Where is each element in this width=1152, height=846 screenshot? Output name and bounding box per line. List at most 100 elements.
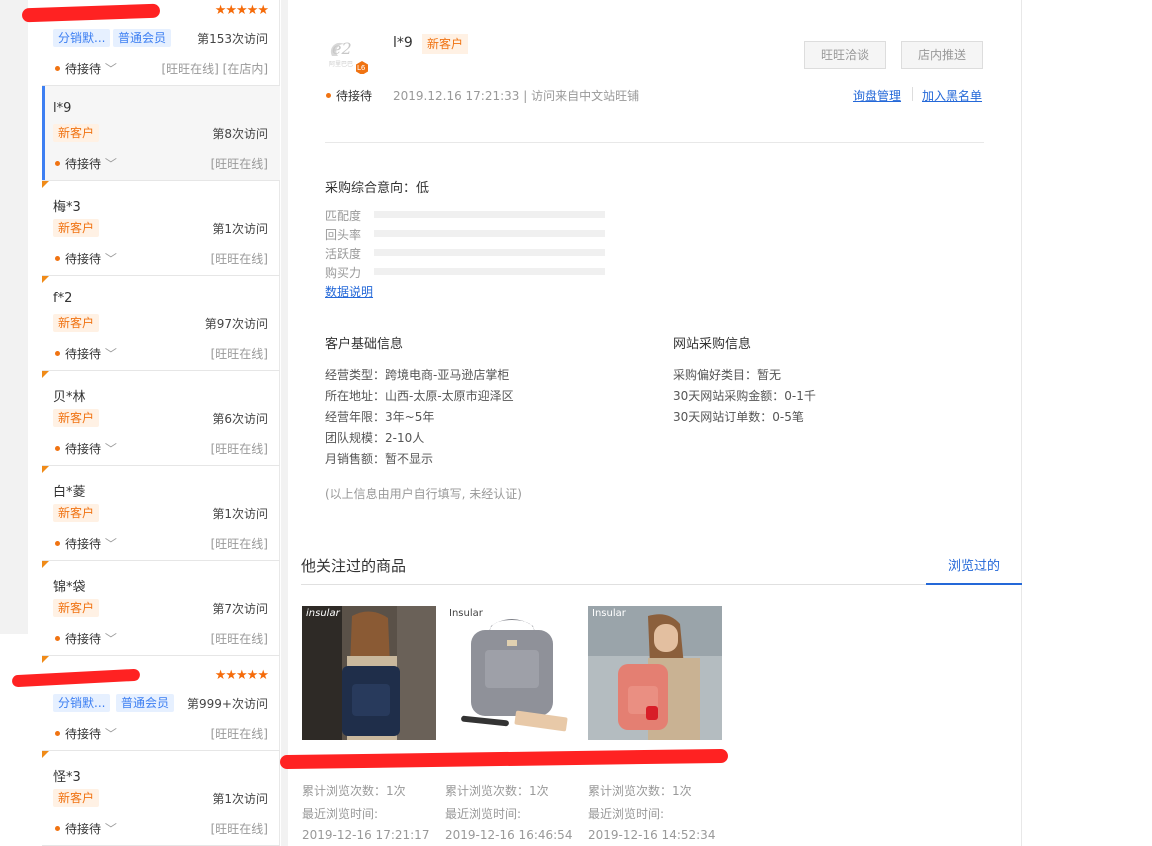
chevron-down-icon: ﹀ (101, 822, 117, 836)
corner-marker (42, 561, 49, 568)
tab-viewed[interactable]: 浏览过的 (926, 555, 1022, 574)
metric-label: 活跃度 (325, 247, 362, 261)
svg-text:e2: e2 (332, 39, 352, 58)
status-select[interactable]: 待接待 ﹀ (55, 155, 117, 172)
visit-count: 第1次访问 (212, 507, 268, 521)
info-years: 经营年限：3年~5年 (325, 410, 435, 424)
info-disclaimer: (以上信息由用户自行填写, 未经认证) (325, 487, 522, 501)
visit-count: 第153次访问 (197, 32, 268, 46)
metric-bar (374, 268, 605, 275)
product-image[interactable]: insular (302, 606, 436, 740)
inquiry-management-link[interactable]: 询盘管理 (853, 87, 901, 104)
online-status: [旺旺在线] (210, 252, 268, 266)
star-rating: ★★★★★ (214, 668, 269, 683)
online-status: [旺旺在线] (210, 727, 268, 741)
view-count: 累计浏览次数：1次 (302, 784, 406, 798)
products-section-title: 他关注过的商品 (301, 557, 407, 575)
customer-item[interactable]: ★★★★★ 分销默... 普通会员 第999+次访问 待接待 ﹀ [旺旺在线] (42, 656, 280, 751)
tag-distribution: 分销默... (53, 29, 111, 47)
recent-view-label: 最近浏览时间: (588, 807, 665, 821)
online-status: [旺旺在线] [在店内] (161, 62, 268, 76)
brand-logo: insular (306, 608, 340, 619)
recent-view-label: 最近浏览时间: (445, 807, 522, 821)
tag-new-customer: 新客户 (53, 219, 100, 237)
status-select[interactable]: 待接待 (326, 87, 372, 104)
visit-count: 第999+次访问 (187, 697, 268, 711)
chevron-down-icon: ﹀ (101, 252, 117, 266)
customer-name: f*2 (53, 291, 73, 306)
divider (325, 142, 984, 143)
customer-item[interactable]: f*2 新客户 第97次访问 待接待 ﹀ [旺旺在线] (42, 276, 280, 371)
brand-logo: Insular (592, 608, 626, 619)
customer-name: 梅*3 (53, 200, 81, 215)
main-left-gutter (281, 0, 288, 846)
status-select[interactable]: 待接待 ﹀ (55, 60, 117, 77)
metric-label: 回头率 (325, 228, 362, 242)
customer-item-active[interactable]: l*9 新客户 第8次访问 待接待 ﹀ [旺旺在线] (42, 86, 280, 181)
status-select[interactable]: 待接待 ﹀ (55, 725, 117, 742)
corner-marker (42, 656, 49, 663)
customer-item[interactable]: 怪*3 新客户 第1次访问 待接待 ﹀ [旺旺在线] (42, 751, 280, 846)
product-image[interactable]: Insular (588, 606, 722, 740)
tag-new-customer: 新客户 (53, 599, 100, 617)
product-image[interactable]: Insular (445, 606, 579, 740)
recent-view-time: 2019-12-16 17:21:17 (302, 828, 430, 842)
tag-new-customer: 新客户 (53, 409, 100, 427)
customer-item[interactable]: 梅*3 新客户 第1次访问 待接待 ﹀ [旺旺在线] (42, 181, 280, 276)
online-status: [旺旺在线] (210, 347, 268, 361)
visit-count: 第1次访问 (212, 792, 268, 806)
visit-count: 第6次访问 (212, 412, 268, 426)
level-badge: L6 (357, 64, 366, 72)
customer-item[interactable]: 贝*林 新客户 第6次访问 待接待 ﹀ [旺旺在线] (42, 371, 280, 466)
tag-new-customer: 新客户 (422, 34, 469, 54)
visit-time-source: 2019.12.16 17:21:33 | 访问来自中文站旺铺 (393, 89, 640, 103)
status-select[interactable]: 待接待 ﹀ (55, 250, 117, 267)
wangwang-chat-button[interactable]: 旺旺洽谈 (804, 41, 886, 69)
buyer-avatar: e2 阿里巴巴 L6 (326, 34, 370, 75)
visit-count: 第97次访问 (204, 317, 268, 331)
status-select[interactable]: 待接待 ﹀ (55, 535, 117, 552)
customer-name: 锦*袋 (53, 580, 86, 595)
metric-label: 匹配度 (325, 209, 362, 223)
redaction-mark (279, 748, 729, 770)
corner-marker (42, 276, 49, 283)
metric-bar (374, 249, 605, 256)
customer-name: l*9 (53, 101, 72, 116)
brand-logo: Insular (449, 608, 483, 619)
online-status: [旺旺在线] (210, 537, 268, 551)
right-blank (1022, 0, 1152, 846)
star-rating: ★★★★★ (214, 3, 269, 18)
chevron-down-icon: ﹀ (101, 62, 117, 76)
data-explanation-link[interactable]: 数据说明 (325, 283, 373, 300)
tag-member: 普通会员 (113, 29, 172, 47)
status-select[interactable]: 待接待 ﹀ (55, 820, 117, 837)
status-select[interactable]: 待接待 ﹀ (55, 345, 117, 362)
status-select[interactable]: 待接待 ﹀ (55, 440, 117, 457)
chevron-down-icon: ﹀ (101, 632, 117, 646)
chevron-down-icon: ﹀ (101, 727, 117, 741)
site-info-title: 网站采购信息 (673, 337, 752, 352)
tag-new-customer: 新客户 (53, 789, 100, 807)
recent-view-label: 最近浏览时间: (302, 807, 379, 821)
customer-list[interactable]: ★★★★★ 分销默... 普通会员 第153次访问 待接待 ﹀ [旺旺在线] [… (42, 0, 280, 846)
intent-title: 采购综合意向：低 (325, 181, 430, 196)
customer-item[interactable]: 锦*袋 新客户 第7次访问 待接待 ﹀ [旺旺在线] (42, 561, 280, 656)
status-select[interactable]: 待接待 ﹀ (55, 630, 117, 647)
divider (301, 584, 1022, 585)
left-gutter (0, 0, 28, 634)
add-blacklist-link[interactable]: 加入黑名单 (922, 87, 982, 104)
online-status: [旺旺在线] (210, 632, 268, 646)
info-category: 采购偏好类目：暂无 (673, 368, 782, 382)
online-status: [旺旺在线] (210, 822, 268, 836)
visit-count: 第8次访问 (212, 127, 268, 141)
view-count: 累计浏览次数：1次 (445, 784, 549, 798)
customer-item[interactable]: 白*菱 新客户 第1次访问 待接待 ﹀ [旺旺在线] (42, 466, 280, 561)
tag-new-customer: 新客户 (53, 504, 100, 522)
tab-indicator (926, 583, 1022, 585)
store-push-button[interactable]: 店内推送 (901, 41, 983, 69)
chevron-down-icon: ﹀ (101, 537, 117, 551)
info-team-size: 团队规模：2-10人 (325, 431, 425, 445)
metric-bar (374, 211, 605, 218)
customer-name: 贝*林 (53, 390, 86, 405)
tag-distribution: 分销默... (53, 694, 111, 712)
